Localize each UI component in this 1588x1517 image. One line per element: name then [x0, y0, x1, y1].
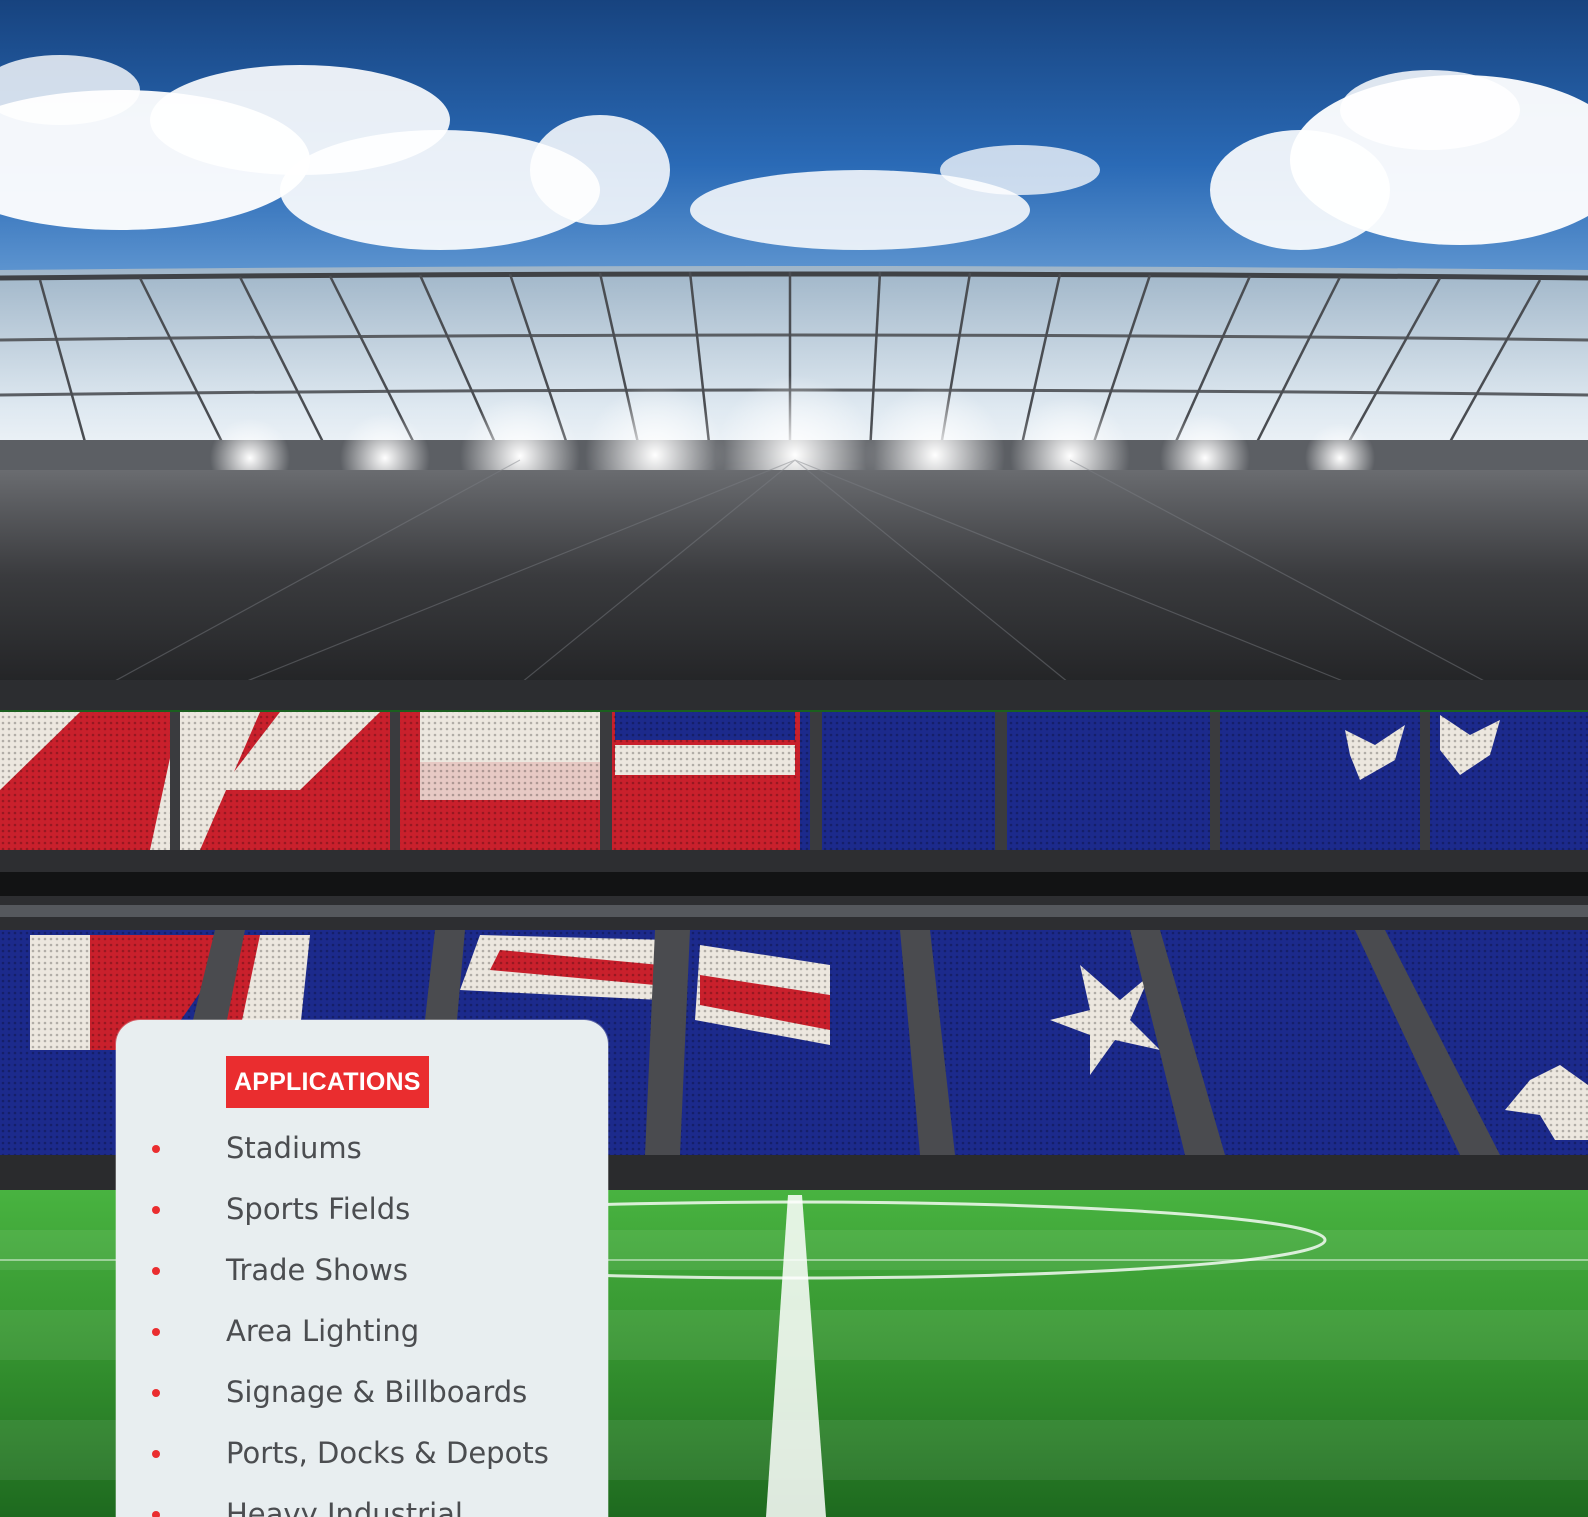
list-item: Signage & Billboards — [116, 1369, 549, 1430]
list-item: Heavy Industrial — [116, 1491, 549, 1517]
applications-card: APPLICATIONS Stadiums Sports Fields Trad… — [116, 1020, 608, 1517]
list-item-label: Ports, Docks & Depots — [226, 1436, 549, 1470]
bullet-icon — [152, 1389, 160, 1397]
bullet-icon — [152, 1206, 160, 1214]
list-item: Sports Fields — [116, 1186, 549, 1247]
bullet-icon — [152, 1267, 160, 1275]
list-item-label: Heavy Industrial — [226, 1497, 463, 1517]
list-item: Ports, Docks & Depots — [116, 1430, 549, 1491]
bullet-icon — [152, 1328, 160, 1336]
list-item: Trade Shows — [116, 1247, 549, 1308]
list-item-label: Stadiums — [226, 1131, 362, 1165]
upper-tier-crowd — [0, 712, 1588, 850]
applications-list: Stadiums Sports Fields Trade Shows Area … — [116, 1125, 549, 1517]
applications-heading: APPLICATIONS — [226, 1056, 429, 1108]
list-item: Area Lighting — [116, 1308, 549, 1369]
list-item-label: Sports Fields — [226, 1192, 411, 1226]
roof-underside — [0, 470, 1588, 705]
list-item-label: Area Lighting — [226, 1314, 420, 1348]
bullet-icon — [152, 1511, 160, 1517]
bullet-icon — [152, 1450, 160, 1458]
list-item: Stadiums — [116, 1125, 549, 1186]
brochure-page: APPLICATIONS Stadiums Sports Fields Trad… — [0, 0, 1588, 1517]
list-item-label: Signage & Billboards — [226, 1375, 528, 1409]
bullet-icon — [152, 1145, 160, 1153]
list-item-label: Trade Shows — [226, 1253, 408, 1287]
